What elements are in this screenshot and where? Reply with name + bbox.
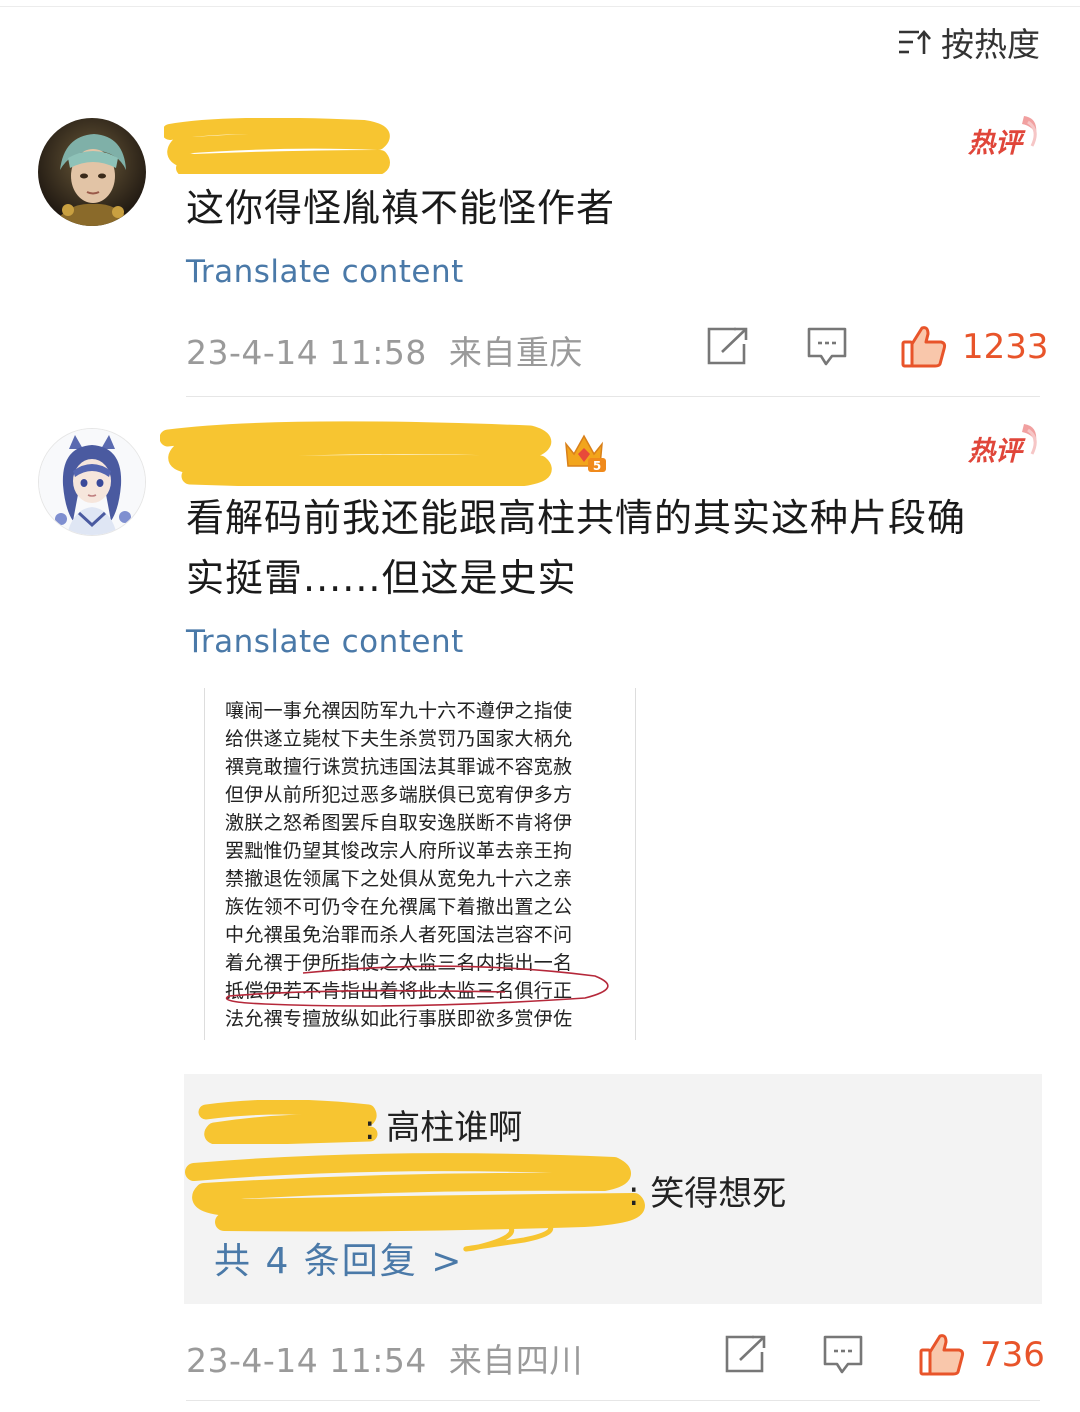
sort-label: 按热度 (941, 25, 1040, 64)
share-button[interactable] (706, 326, 750, 366)
top-divider (0, 6, 1080, 7)
comment-icon (823, 1335, 863, 1374)
thumbs-up-icon (901, 326, 947, 368)
more-replies-link[interactable]: 共 4 条回复 > (214, 1232, 463, 1284)
comment-icon (807, 327, 847, 366)
comment-time: 23-4-14 11:54 (186, 1341, 427, 1380)
like-button[interactable] (900, 322, 948, 370)
reply-text: : 笑得想死 (628, 1174, 787, 1214)
comment-reply-button[interactable] (822, 1334, 864, 1376)
user-avatar[interactable] (38, 118, 146, 226)
comment-text: 这你得怪胤禛不能怪作者 (186, 186, 616, 230)
comment-text-line: 实挺雷......但这是史实 (186, 556, 577, 600)
comment-time: 23-4-14 11:58 (186, 333, 427, 372)
share-icon (725, 1335, 766, 1373)
like-count: 736 (980, 1335, 1045, 1375)
replies-preview[interactable]: : 高柱谁啊 : 笑得想死 共 4 条回复 > (184, 1074, 1042, 1304)
svg-text:热评: 热评 (968, 436, 1026, 467)
red-underline-annotation (225, 965, 609, 1007)
hot-comment-badge: 热评 (968, 424, 1037, 467)
comment-location: 来自四川 (448, 1341, 583, 1380)
translate-link[interactable]: Translate content (186, 624, 464, 660)
comment-meta: 23-4-14 11:58 来自重庆 (186, 326, 583, 374)
share-icon (707, 327, 748, 365)
sort-icon (899, 30, 931, 54)
attached-document-image[interactable]: 嚷闹一事允禩因防军九十六不遵伊之指使 给供遂立毙杖下夫生杀赏罚乃国家大柄允 禩竟… (204, 688, 636, 1040)
redacted-username[interactable] (164, 118, 394, 174)
hot-comment-badge: 热评 (968, 116, 1037, 159)
comment-text: 看解码前我还能跟高柱共情的其实这种片段确 实挺雷......但这是史实 (186, 488, 1026, 608)
svg-text:热评: 热评 (968, 128, 1026, 159)
vip-crown-icon: 5 (565, 434, 606, 473)
like-count: 1233 (962, 327, 1049, 367)
svg-text:5: 5 (593, 459, 601, 473)
user-avatar[interactable] (38, 428, 146, 536)
redacted-username[interactable] (160, 420, 556, 486)
redacted-username (198, 1100, 378, 1144)
reply-text: : 高柱谁啊 (364, 1108, 523, 1148)
like-button[interactable] (918, 1330, 966, 1378)
comment-reply-button[interactable] (806, 326, 848, 368)
comment-location: 来自重庆 (448, 333, 583, 372)
comment-text-line: 看解码前我还能跟高柱共情的其实这种片段确 (186, 496, 967, 540)
comment-divider (186, 1400, 1040, 1401)
translate-link[interactable]: Translate content (186, 254, 464, 290)
comment-meta: 23-4-14 11:54 来自四川 (186, 1334, 583, 1382)
comment-divider (186, 396, 1040, 397)
share-button[interactable] (724, 1334, 768, 1374)
sort-by-hot-button[interactable]: 按热度 (897, 22, 1040, 64)
thumbs-up-icon (919, 1334, 965, 1376)
